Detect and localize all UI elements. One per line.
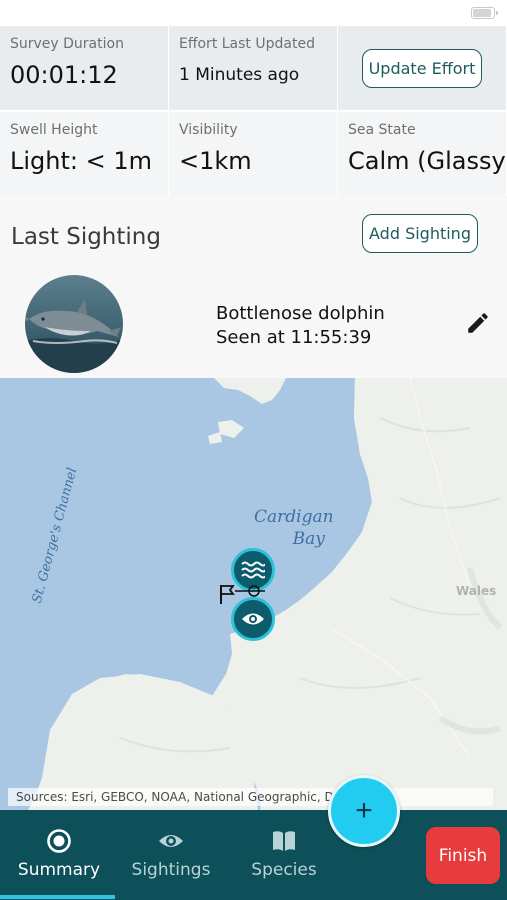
- summary-icon: [47, 829, 71, 853]
- sea-state-cell: Sea State Calm (Glassy): [338, 112, 507, 196]
- survey-stats-grid: Survey Duration 00:01:12 Effort Last Upd…: [0, 26, 507, 196]
- map-label-wales: Wales: [456, 584, 497, 598]
- eye-icon: [159, 835, 183, 847]
- sighting-time: Seen at 11:55:39: [216, 327, 372, 348]
- survey-duration-label: Survey Duration: [10, 36, 124, 52]
- finish-button[interactable]: Finish: [426, 827, 500, 884]
- swell-height-value: Light: < 1m: [10, 147, 152, 175]
- last-sighting-heading: Last Sighting: [11, 224, 161, 250]
- update-effort-button[interactable]: Update Effort: [361, 48, 483, 88]
- survey-duration-value: 00:01:12: [10, 61, 118, 89]
- add-fab-button[interactable]: +: [328, 775, 400, 847]
- visibility-value: <1km: [179, 147, 252, 175]
- effort-last-updated-cell: Effort Last Updated 1 Minutes ago: [169, 26, 338, 110]
- sighting-marker[interactable]: [231, 597, 275, 641]
- swell-height-label: Swell Height: [10, 122, 98, 138]
- species-photo: [25, 275, 123, 373]
- tab-species-label: Species: [251, 860, 317, 880]
- visibility-cell: Visibility <1km: [169, 112, 338, 196]
- survey-map[interactable]: Cardigan Bay St. George's Channel Wales …: [0, 378, 507, 810]
- effort-last-updated-value: 1 Minutes ago: [179, 65, 300, 85]
- tab-summary-label: Summary: [17, 860, 101, 880]
- status-bar: 12:03: [0, 0, 507, 26]
- sighting-details: Bottlenose dolphin Seen at 11:55:39: [216, 302, 385, 350]
- tab-species[interactable]: Species: [229, 828, 339, 880]
- eye-icon: [242, 613, 264, 625]
- last-sighting-panel: Last Sighting Add Sighting Bottlenose do…: [0, 196, 507, 378]
- update-effort-cell: Update Effort: [338, 26, 507, 110]
- bottom-tab-bar: Summary Sightings Species Finish: [0, 810, 507, 900]
- survey-duration-cell: Survey Duration 00:01:12: [0, 26, 169, 110]
- status-time: 12:03: [234, 4, 273, 19]
- tab-sightings[interactable]: Sightings: [116, 828, 226, 880]
- effort-last-updated-label: Effort Last Updated: [179, 36, 315, 52]
- map-label-cardigan-bay: Cardigan Bay: [254, 507, 334, 549]
- waves-icon: [241, 561, 265, 579]
- tab-summary[interactable]: Summary: [4, 828, 114, 880]
- active-tab-indicator: [0, 895, 115, 899]
- sea-state-value: Calm (Glassy): [348, 147, 507, 175]
- last-sighting-row[interactable]: Bottlenose dolphin Seen at 11:55:39: [0, 266, 507, 378]
- sighting-species: Bottlenose dolphin: [216, 303, 385, 324]
- map-attribution: Sources: Esri, GEBCO, NOAA, National Geo…: [8, 788, 493, 806]
- book-icon: [273, 831, 295, 851]
- tab-sightings-label: Sightings: [131, 860, 211, 880]
- swell-height-cell: Swell Height Light: < 1m: [0, 112, 169, 196]
- visibility-label: Visibility: [179, 122, 238, 138]
- sea-state-label: Sea State: [348, 122, 416, 138]
- add-sighting-button[interactable]: Add Sighting: [362, 214, 478, 253]
- edit-pencil-icon[interactable]: [465, 310, 491, 336]
- battery-icon: [471, 7, 498, 19]
